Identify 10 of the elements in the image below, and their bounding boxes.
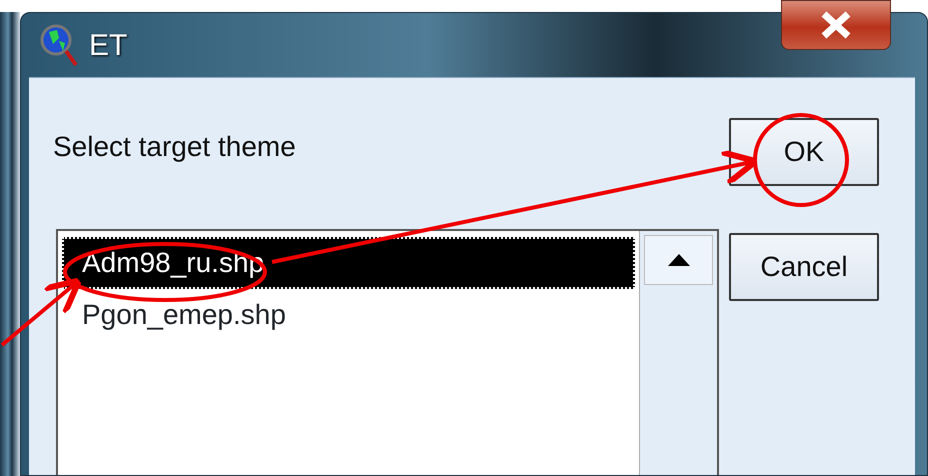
close-button[interactable] <box>781 0 891 50</box>
list-item[interactable]: Pgon_emep.shp <box>62 288 635 342</box>
prompt-label: Select target theme <box>53 130 297 164</box>
dialog-button[interactable]: OK <box>729 118 879 186</box>
dialog-button[interactable]: Cancel <box>729 233 879 301</box>
globe-magnifier-icon <box>39 23 79 67</box>
scroll-up-button[interactable] <box>644 234 713 285</box>
window-title: ET <box>89 28 128 64</box>
up-arrow-icon <box>668 254 690 266</box>
close-icon <box>821 11 851 39</box>
